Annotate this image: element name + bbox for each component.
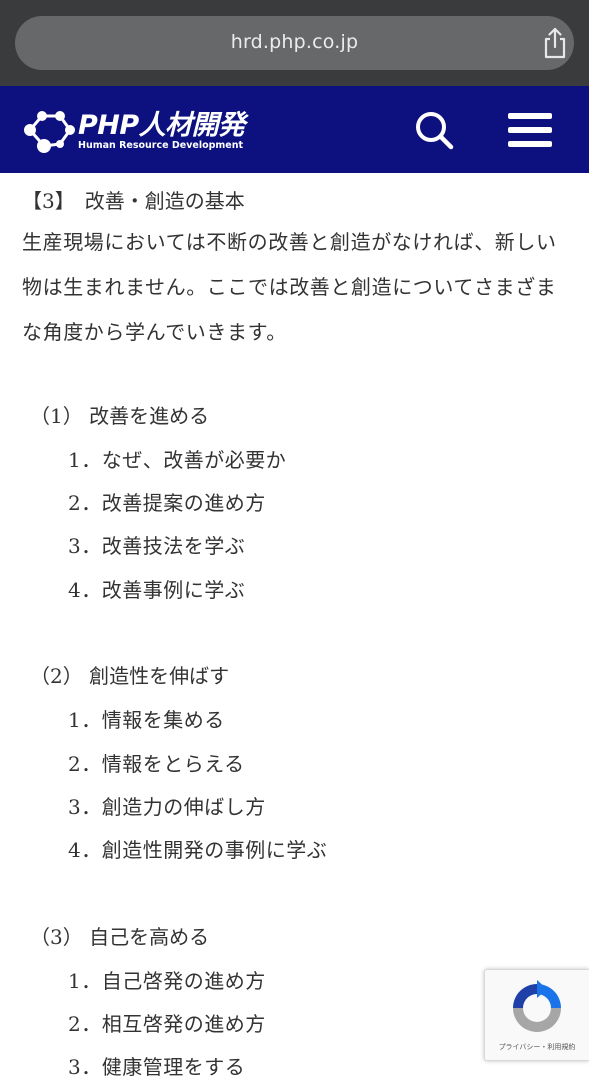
- section-title: 【3】 改善・創造の基本: [22, 189, 245, 213]
- list-item: 3．健康管理をする: [68, 1055, 246, 1079]
- main-content: 【3】 改善・創造の基本 生産現場においては不断の改善と創造がなければ、新しい物…: [0, 173, 589, 1080]
- address-bar[interactable]: hrd.php.co.jp: [15, 16, 574, 70]
- list-item: 3．改善技法を学ぶ: [68, 534, 246, 558]
- browser-toolbar: hrd.php.co.jp: [0, 0, 589, 86]
- list-item: 2．相互啓発の進め方: [68, 1012, 266, 1036]
- logo-title: PHP人材開発: [78, 110, 245, 141]
- list-item: 2．改善提案の進め方: [68, 491, 266, 515]
- list-item: 2．情報をとらえる: [68, 752, 245, 776]
- php-logo[interactable]: PHP人材開発 Human Resource Development: [20, 108, 260, 158]
- share-icon[interactable]: [539, 26, 571, 60]
- list-item: 4．改善事例に学ぶ: [68, 578, 246, 602]
- recaptcha-links[interactable]: プライバシー・利用規約: [485, 1042, 589, 1052]
- hamburger-menu-icon[interactable]: [506, 110, 554, 150]
- logo-subtitle: Human Resource Development: [78, 140, 244, 151]
- url-text[interactable]: hrd.php.co.jp: [15, 31, 574, 53]
- group-heading-kaizen: （1） 改善を進める: [30, 404, 210, 428]
- group-heading-creativity: （2） 創造性を伸ばす: [30, 664, 230, 688]
- list-item: 1．情報を集める: [68, 708, 225, 732]
- list-item: 1．自己啓発の進め方: [68, 969, 266, 993]
- list-item: 1．なぜ、改善が必要か: [68, 448, 287, 472]
- list-item: 4．創造性開発の事例に学ぶ: [68, 838, 328, 862]
- recaptcha-badge[interactable]: プライバシー・利用規約: [484, 969, 589, 1061]
- group-heading-self: （3） 自己を高める: [30, 925, 210, 949]
- site-header: PHP人材開発 Human Resource Development: [0, 86, 589, 173]
- recaptcha-icon: [513, 980, 561, 1032]
- molecule-logo-icon: [24, 111, 75, 153]
- list-item: 3．創造力の伸ばし方: [68, 795, 266, 819]
- intro-paragraph: 生産現場においては不断の改善と創造がなければ、新しい物は生まれません。ここでは改…: [22, 230, 557, 344]
- search-icon[interactable]: [412, 108, 456, 152]
